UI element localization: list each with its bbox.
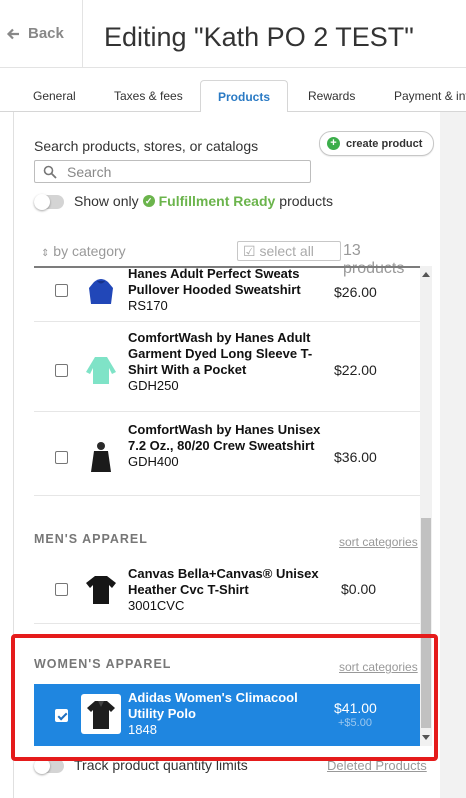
checkbox-icon: ☑ — [243, 243, 256, 259]
fulfillment-filter-label: Show only ✓ Fulfillment Ready products — [74, 193, 333, 209]
product-name: Hanes Adult Perfect Sweats Pullover Hood… — [128, 266, 328, 314]
product-checkbox[interactable] — [55, 451, 68, 464]
header-divider — [82, 0, 83, 68]
create-product-label: create product — [346, 137, 423, 150]
product-name: ComfortWash by Hanes Adult Garment Dyed … — [128, 330, 328, 394]
page-header: Back Editing "Kath PO 2 TEST" — [0, 0, 466, 68]
fulfillment-suffix: products — [279, 193, 333, 209]
search-label: Search products, stores, or catalogs — [34, 138, 259, 154]
product-sku: RS170 — [128, 298, 168, 313]
back-button[interactable]: Back — [6, 25, 64, 42]
list-toolbar: ⇕ by category ☑ select all 13 products — [34, 241, 426, 277]
track-quantity-toggle[interactable] — [34, 758, 64, 774]
scroll-up-icon[interactable] — [422, 272, 430, 277]
select-all-button[interactable]: ☑ select all — [237, 241, 341, 261]
product-checkbox[interactable] — [55, 583, 68, 596]
fulfillment-ready-text: Fulfillment Ready — [158, 193, 276, 209]
fulfillment-ready-badge: ✓ Fulfillment Ready — [142, 193, 276, 209]
fulfillment-toggle[interactable] — [34, 194, 64, 210]
sort-by-label: by category — [53, 243, 126, 259]
category-title: MEN'S APPAREL — [34, 532, 148, 546]
fulfillment-prefix: Show only — [74, 193, 139, 209]
tab-bar: General Taxes & fees Products Rewards Pa… — [0, 78, 466, 113]
blue-hoodie-icon — [89, 279, 113, 304]
tab-taxes-fees[interactable]: Taxes & fees — [114, 78, 183, 112]
check-circle-icon: ✓ — [142, 195, 155, 207]
tab-products[interactable]: Products — [200, 80, 288, 113]
table-row[interactable]: Canvas Bella+Canvas® Unisex Heather Cvc … — [34, 554, 420, 624]
search-icon — [43, 165, 57, 179]
page-title: Editing "Kath PO 2 TEST" — [104, 22, 414, 52]
product-price: $26.00 — [334, 284, 377, 300]
back-label: Back — [28, 25, 64, 42]
product-name: ComfortWash by Hanes Unisex 7.2 Oz., 80/… — [128, 422, 328, 470]
create-product-button[interactable]: + create product — [319, 131, 434, 156]
plus-icon: + — [327, 137, 340, 150]
sort-arrows-icon: ⇕ — [41, 248, 50, 259]
product-checkbox[interactable] — [55, 284, 68, 297]
tab-payment-info[interactable]: Payment & info — [394, 78, 466, 112]
table-row[interactable]: ComfortWash by Hanes Adult Garment Dyed … — [34, 322, 420, 412]
arrow-left-icon — [6, 28, 19, 39]
mint-long-sleeve-icon — [86, 357, 116, 384]
product-name-text: ComfortWash by Hanes Unisex 7.2 Oz., 80/… — [128, 422, 321, 453]
sort-by-dropdown[interactable]: ⇕ by category — [41, 243, 126, 259]
product-name-text: Hanes Adult Perfect Sweats Pullover Hood… — [128, 266, 301, 297]
sort-categories-link[interactable]: sort categories — [339, 535, 418, 549]
product-sku: 3001CVC — [128, 598, 185, 613]
product-sku: GDH250 — [128, 378, 179, 393]
right-gutter — [440, 112, 466, 798]
search-field[interactable] — [34, 160, 311, 183]
highlight-box — [11, 634, 438, 761]
select-all-label: select all — [259, 243, 314, 259]
tab-rewards[interactable]: Rewards — [308, 78, 355, 112]
black-crew-icon — [91, 442, 111, 472]
product-name-text: ComfortWash by Hanes Adult Garment Dyed … — [128, 330, 313, 377]
black-tshirt-icon — [86, 576, 116, 604]
product-sku: GDH400 — [128, 454, 179, 469]
table-row[interactable]: Hanes Adult Perfect Sweats Pullover Hood… — [34, 266, 420, 322]
search-input[interactable] — [67, 163, 287, 180]
product-checkbox[interactable] — [55, 364, 68, 377]
product-name: Canvas Bella+Canvas® Unisex Heather Cvc … — [128, 566, 328, 614]
product-price: $0.00 — [341, 581, 377, 597]
product-price: $36.00 — [334, 449, 377, 465]
product-price: $22.00 — [334, 362, 377, 378]
tab-general[interactable]: General — [33, 78, 76, 112]
table-row[interactable]: ComfortWash by Hanes Unisex 7.2 Oz., 80/… — [34, 412, 420, 496]
product-name-text: Canvas Bella+Canvas® Unisex Heather Cvc … — [128, 566, 319, 597]
